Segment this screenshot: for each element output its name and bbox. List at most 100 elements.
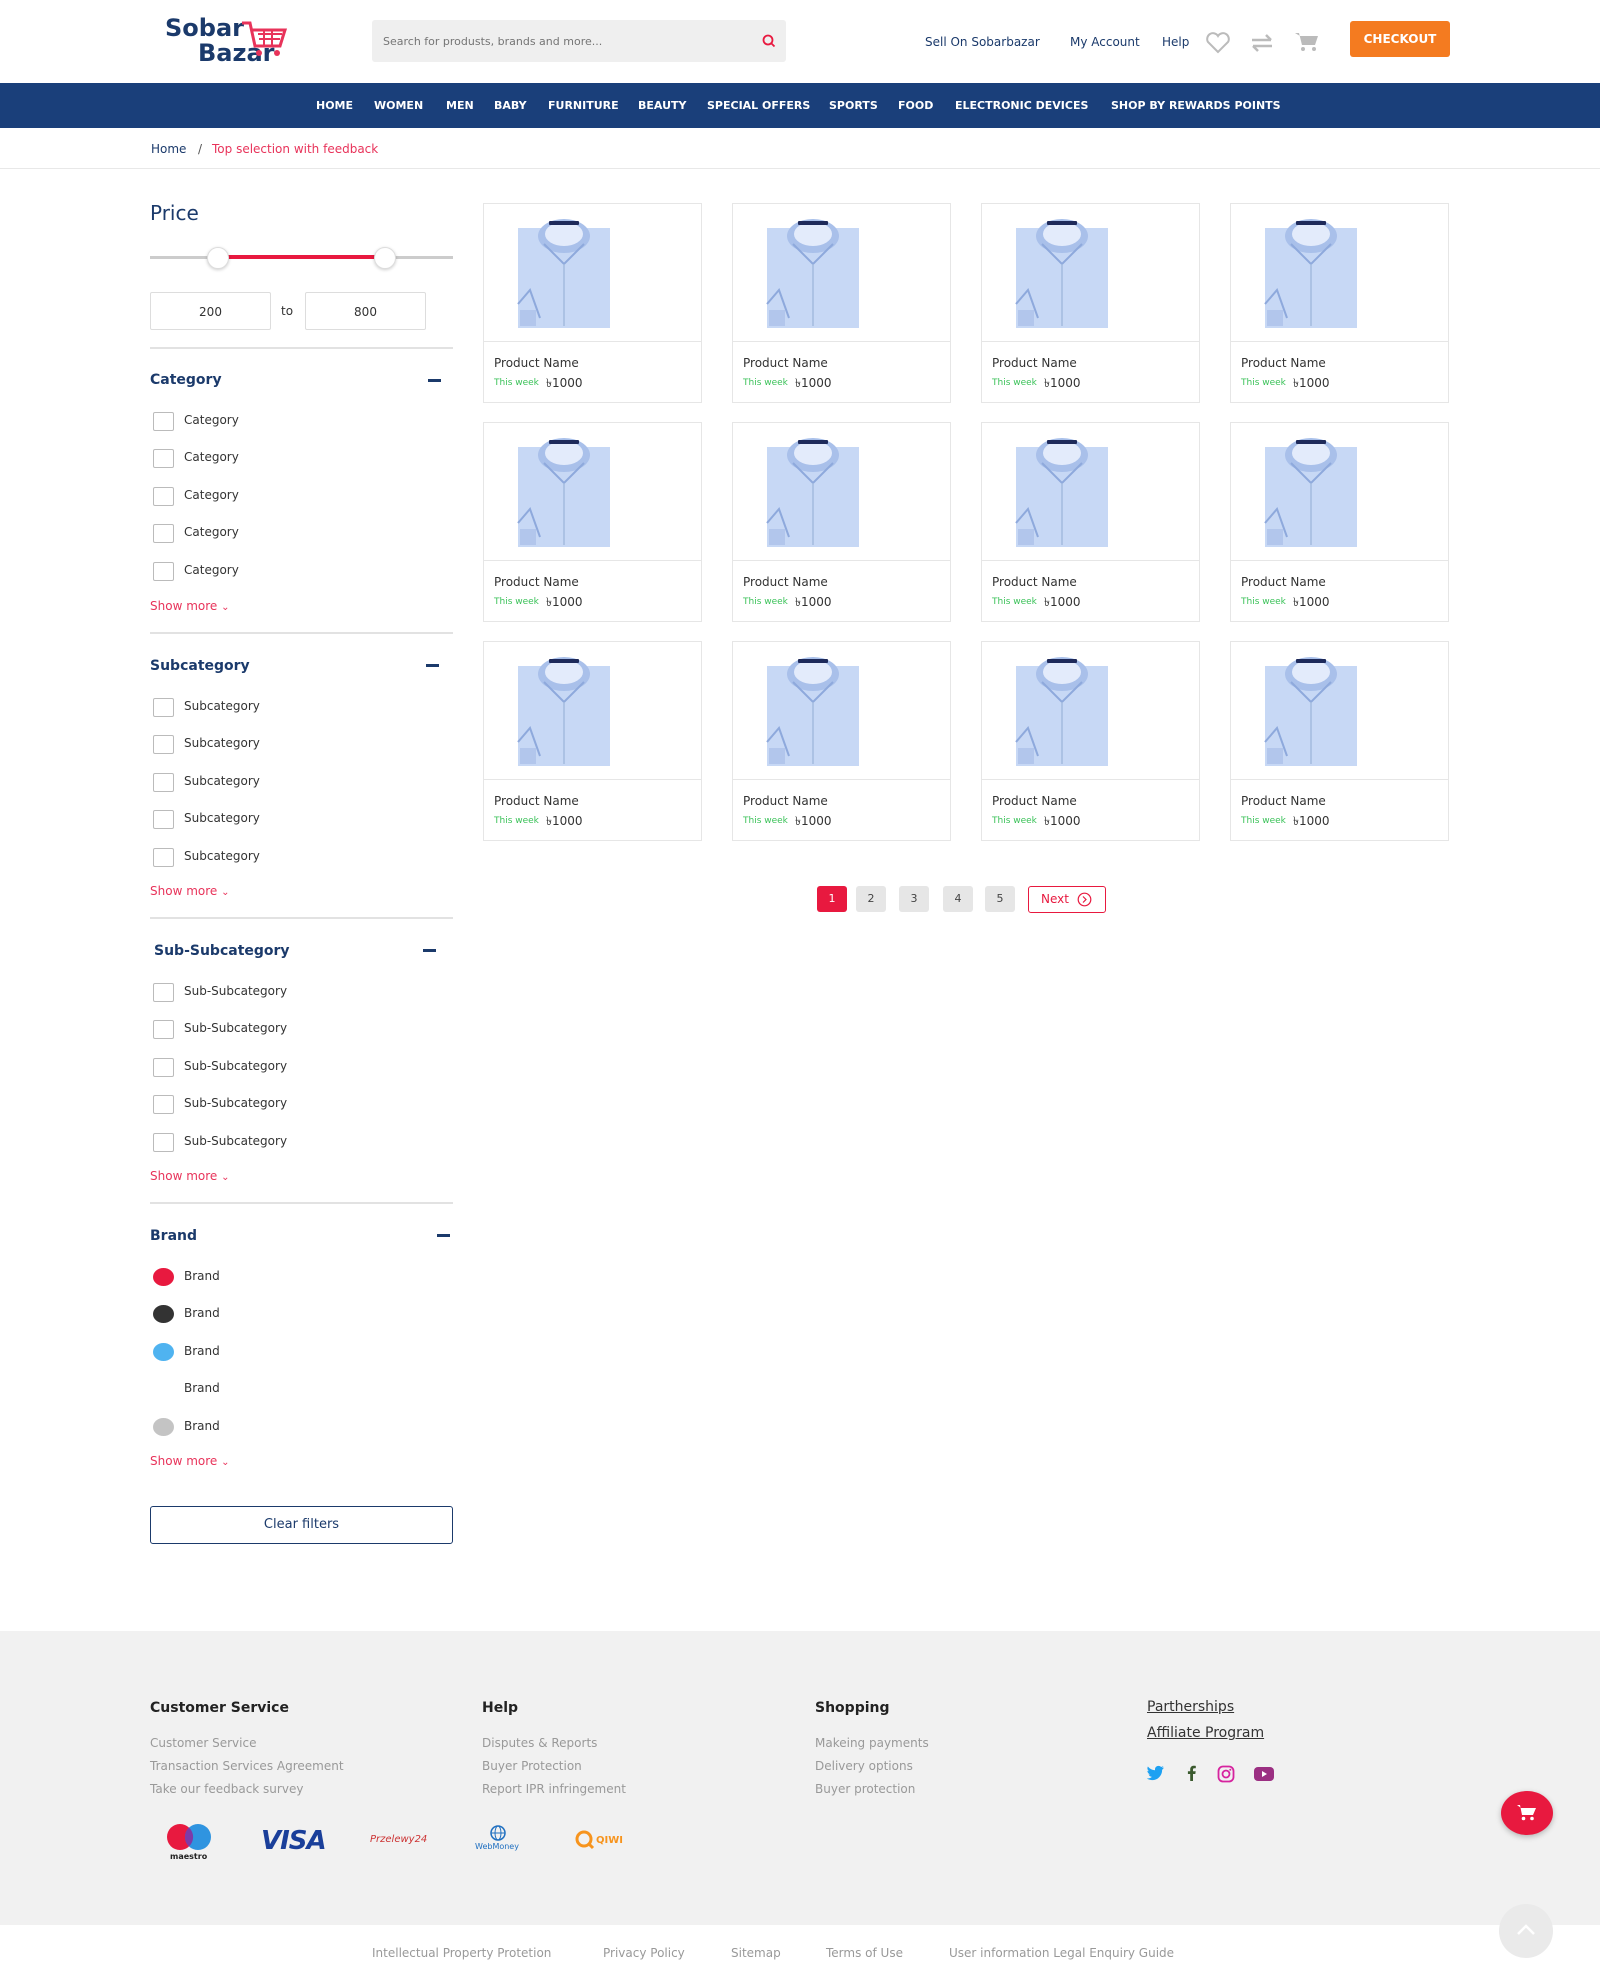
breadcrumb-home[interactable]: Home xyxy=(151,142,186,156)
checkout-button[interactable]: CHECKOUT xyxy=(1350,21,1450,57)
subsubcategory-option[interactable]: Sub-Subcategory xyxy=(153,981,413,1003)
checkbox[interactable] xyxy=(153,1095,174,1114)
search-input[interactable] xyxy=(372,20,742,62)
product-image[interactable] xyxy=(1231,642,1448,780)
checkbox[interactable] xyxy=(153,810,174,829)
product-image[interactable] xyxy=(484,423,701,561)
product-name[interactable]: Product Name xyxy=(494,794,579,808)
category-option[interactable]: Category xyxy=(153,447,413,469)
nav-women[interactable]: WOMEN xyxy=(374,83,423,128)
checkbox[interactable] xyxy=(153,698,174,717)
nav-special-offers[interactable]: SPECIAL OFFERS xyxy=(707,83,810,128)
brand-color-swatch[interactable] xyxy=(153,1380,174,1398)
product-card[interactable]: Product Name This week ৳1000 xyxy=(981,203,1200,403)
product-name[interactable]: Product Name xyxy=(992,794,1077,808)
product-image[interactable] xyxy=(982,642,1199,780)
checkbox[interactable] xyxy=(153,524,174,543)
category-option[interactable]: Category xyxy=(153,522,413,544)
product-image[interactable] xyxy=(982,423,1199,561)
product-card[interactable]: Product Name This week ৳1000 xyxy=(483,641,702,841)
brand-option[interactable]: Brand xyxy=(153,1341,413,1363)
nav-sports[interactable]: SPORTS xyxy=(829,83,878,128)
product-image[interactable] xyxy=(1231,204,1448,342)
category-show-more[interactable]: Show more ⌄ xyxy=(150,599,230,613)
product-name[interactable]: Product Name xyxy=(743,356,828,370)
footer-link[interactable]: Report IPR infringement xyxy=(482,1782,626,1796)
brand-option[interactable]: Brand xyxy=(153,1266,413,1288)
page-2-button[interactable]: 2 xyxy=(856,886,886,912)
subsubcategory-option[interactable]: Sub-Subcategory xyxy=(153,1018,413,1040)
product-card[interactable]: Product Name This week ৳1000 xyxy=(732,422,951,622)
nav-furniture[interactable]: FURNITURE xyxy=(548,83,619,128)
checkbox[interactable] xyxy=(153,449,174,468)
product-name[interactable]: Product Name xyxy=(1241,575,1326,589)
product-image[interactable] xyxy=(733,204,950,342)
nav-rewards-points[interactable]: SHOP BY REWARDS POINTS xyxy=(1111,83,1281,128)
price-min-input[interactable]: 200 xyxy=(150,292,271,330)
page-3-button[interactable]: 3 xyxy=(899,886,929,912)
checkbox[interactable] xyxy=(153,983,174,1002)
price-slider-min-handle[interactable] xyxy=(207,247,229,269)
footer-link[interactable]: Take our feedback survey xyxy=(150,1782,303,1796)
facebook-icon[interactable] xyxy=(1185,1765,1197,1781)
subcategory-option[interactable]: Subcategory xyxy=(153,696,413,718)
nav-baby[interactable]: BABY xyxy=(494,83,527,128)
product-card[interactable]: Product Name This week ৳1000 xyxy=(1230,422,1449,622)
clear-filters-button[interactable]: Clear filters xyxy=(150,1506,453,1544)
partnerships-link[interactable]: Partherships xyxy=(1147,1699,1234,1715)
product-name[interactable]: Product Name xyxy=(1241,356,1326,370)
nav-home[interactable]: HOME xyxy=(316,83,353,128)
product-name[interactable]: Product Name xyxy=(1241,794,1326,808)
product-image[interactable] xyxy=(733,423,950,561)
ip-protection-link[interactable]: Intellectual Property Protetion xyxy=(372,1946,551,1960)
terms-of-use-link[interactable]: Terms of Use xyxy=(826,1946,903,1960)
instagram-icon[interactable] xyxy=(1217,1765,1235,1783)
heart-icon[interactable] xyxy=(1205,31,1231,55)
product-card[interactable]: Product Name This week ৳1000 xyxy=(732,641,951,841)
footer-link[interactable]: Customer Service xyxy=(150,1736,256,1750)
subsubcategory-collapse-icon[interactable] xyxy=(423,949,436,952)
price-max-input[interactable]: 800 xyxy=(305,292,426,330)
page-1-button[interactable]: 1 xyxy=(817,886,847,912)
product-image[interactable] xyxy=(982,204,1199,342)
nav-electronic-devices[interactable]: ELECTRONIC DEVICES xyxy=(955,83,1088,128)
price-slider-max-handle[interactable] xyxy=(374,247,396,269)
product-card[interactable]: Product Name This week ৳1000 xyxy=(1230,641,1449,841)
twitter-icon[interactable] xyxy=(1147,1765,1165,1781)
footer-link[interactable]: Disputes & Reports xyxy=(482,1736,597,1750)
category-collapse-icon[interactable] xyxy=(428,379,441,382)
footer-link[interactable]: Buyer protection xyxy=(815,1782,915,1796)
subcategory-option[interactable]: Subcategory xyxy=(153,846,413,868)
checkbox[interactable] xyxy=(153,773,174,792)
affiliate-program-link[interactable]: Affiliate Program xyxy=(1147,1725,1264,1741)
product-card[interactable]: Product Name This week ৳1000 xyxy=(981,641,1200,841)
help-link[interactable]: Help xyxy=(1162,35,1189,49)
footer-link[interactable]: Buyer Protection xyxy=(482,1759,582,1773)
subcategory-collapse-icon[interactable] xyxy=(426,664,439,667)
subcategory-option[interactable]: Subcategory xyxy=(153,808,413,830)
sell-link[interactable]: Sell On Sobarbazar xyxy=(925,35,1040,49)
brand-show-more[interactable]: Show more ⌄ xyxy=(150,1454,230,1468)
youtube-icon[interactable] xyxy=(1254,1767,1274,1781)
checkbox[interactable] xyxy=(153,1133,174,1152)
brand-color-swatch[interactable] xyxy=(153,1268,174,1286)
cart-icon[interactable] xyxy=(1294,31,1320,53)
brand-option[interactable]: Brand xyxy=(153,1378,413,1400)
footer-link[interactable]: Transaction Services Agreement xyxy=(150,1759,344,1773)
checkbox[interactable] xyxy=(153,1020,174,1039)
subsubcategory-option[interactable]: Sub-Subcategory xyxy=(153,1131,413,1153)
category-option[interactable]: Category xyxy=(153,410,413,432)
next-page-button[interactable]: Next xyxy=(1028,886,1106,913)
brand-color-swatch[interactable] xyxy=(153,1305,174,1323)
brand-collapse-icon[interactable] xyxy=(437,1234,450,1237)
product-name[interactable]: Product Name xyxy=(494,356,579,370)
legal-enquiry-guide-link[interactable]: User information Legal Enquiry Guide xyxy=(949,1946,1174,1960)
brand-option[interactable]: Brand xyxy=(153,1303,413,1325)
product-image[interactable] xyxy=(484,642,701,780)
subcategory-show-more[interactable]: Show more ⌄ xyxy=(150,884,230,898)
my-account-link[interactable]: My Account xyxy=(1070,35,1140,49)
product-card[interactable]: Product Name This week ৳1000 xyxy=(981,422,1200,622)
back-to-top-button[interactable] xyxy=(1499,1904,1553,1958)
subsubcategory-show-more[interactable]: Show more ⌄ xyxy=(150,1169,230,1183)
product-image[interactable] xyxy=(1231,423,1448,561)
